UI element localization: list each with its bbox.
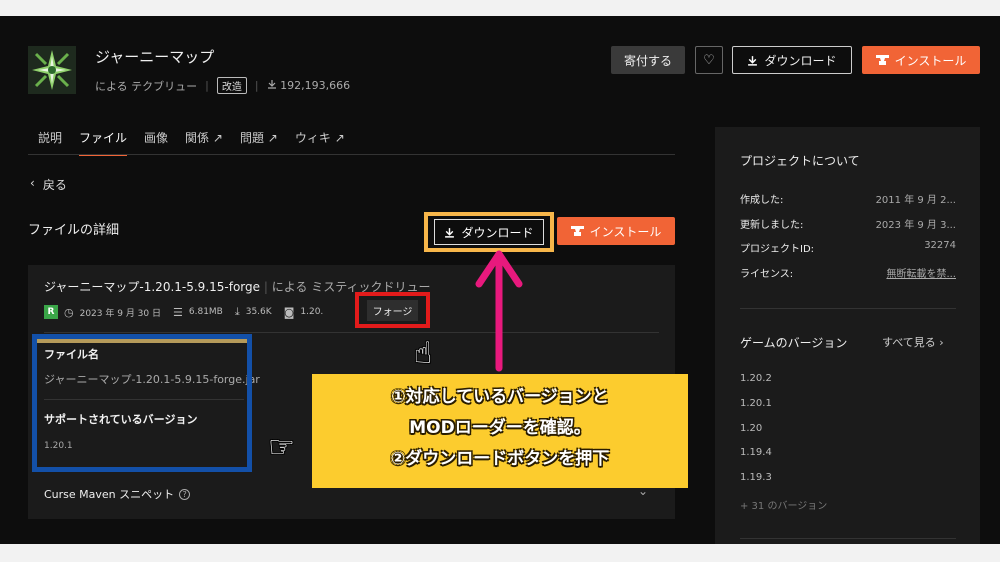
tab-wiki-label: ウィキ [294,131,331,145]
download-button[interactable]: ダウンロード [434,219,544,245]
anvil-icon [875,55,889,65]
file-meta-row: R ◷ 2023 年 9 月 30 日 ☰ 6.81MB ⤓ 35.6K ◙ 1… [44,305,323,319]
file-downloads: 35.6K [245,307,272,317]
download-button-top[interactable]: ダウンロード [732,46,852,74]
tab-relations[interactable]: 関係 ↗ [185,129,223,156]
instruction-line-1: ①対応しているバージョンと [391,387,609,407]
card-divider [44,332,659,333]
version-item[interactable]: 1.20.2 [740,373,772,384]
download-count: 192,193,666 [267,79,350,92]
chevron-right-icon: › [939,336,944,349]
info-value: 2023 年 9 月 3... [875,220,956,231]
info-created: 作成した: 2011 年 9 月 2... [740,191,956,206]
anvil-icon [570,226,584,236]
back-label: 戻る [42,178,67,192]
tab-divider [28,154,675,155]
download-icon [267,80,276,89]
download-count-value: 192,193,666 [280,79,351,92]
project-title: ジャーニーマップ [95,48,215,66]
chevron-left-icon: ‹ [30,176,35,190]
version-item[interactable]: 1.19.3 [740,472,772,483]
file-game-version: 1.20. [300,307,324,317]
see-all-label: すべて見る [882,336,936,349]
external-link-icon: ↗ [267,131,278,145]
back-link[interactable]: ‹ 戻る [30,176,67,193]
clock-icon: ◷ [64,305,74,319]
tab-images[interactable]: 画像 [144,129,168,156]
download-button-highlight: ダウンロード [424,212,554,252]
install-button-top[interactable]: インストール [862,46,980,74]
gamepad-icon: ◙ [283,305,295,319]
download-icon [748,55,758,66]
tab-wiki[interactable]: ウィキ ↗ [295,129,345,156]
game-versions-title: ゲームのバージョン [740,336,848,350]
install-label: インストール [894,53,967,68]
instruction-line-2: MODローダーを確認。 [409,418,591,438]
info-updated: 更新しました: 2023 年 9 月 3... [740,216,956,231]
tab-issues[interactable]: 問題 ↗ [240,129,278,156]
size-icon: ☰ [173,305,183,319]
sidebar-divider [740,308,956,309]
more-versions[interactable]: + 31 のバージョン [740,497,827,512]
about-title: プロジェクトについて [740,154,860,168]
info-key: プロジェクトID: [740,244,815,255]
download-label: ダウンロード [461,225,534,240]
tab-files[interactable]: ファイル [79,129,128,156]
section-title: ファイルの詳細 [28,223,120,238]
license-link[interactable]: 無断転載を禁... [886,265,956,280]
info-key: ライセンス: [740,269,794,280]
author-link[interactable]: テクブリュー [131,80,197,93]
pointing-hand-right-icon: ☞ [268,430,295,465]
snippet-label: Curse Maven スニペット [44,488,175,501]
version-item[interactable]: 1.20 [740,423,762,434]
curse-maven-snippet[interactable]: Curse Maven スニペット ? [44,486,191,502]
install-button[interactable]: インストール [557,217,675,245]
see-all-versions-link[interactable]: すべて見る › [882,334,944,350]
download-label: ダウンロード [764,53,837,68]
install-label: インストール [589,224,662,239]
tab-issues-label: 問題 [239,131,264,145]
version-item[interactable]: 1.19.4 [740,447,772,458]
heart-icon: ♡ [703,52,715,68]
file-info-highlight [32,334,252,472]
project-meta: による テクブリュー | 改造 | 192,193,666 [95,77,351,94]
version-item[interactable]: 1.20.1 [740,398,772,409]
file-name: ジャーニーマップ-1.20.1-5.9.15-forge [44,280,261,294]
info-value: 2011 年 9 月 2... [875,195,956,206]
project-logo-icon [28,46,76,94]
download-icon [445,227,455,238]
category-badge[interactable]: 改造 [216,77,247,94]
sidebar-divider [740,538,956,539]
by-label: による [95,79,128,93]
instruction-line-3: ②ダウンロードボタンを押下 [390,449,610,469]
tab-bar: 説明 ファイル 画像 関係 ↗ 問題 ↗ ウィキ ↗ [38,129,345,156]
instruction-text: ①対応しているバージョンと MODローダーを確認。 ②ダウンロードボタンを押下 [312,382,688,475]
tab-description[interactable]: 説明 [38,129,62,156]
help-icon: ? [179,488,191,500]
download-icon: ⤓ [234,305,240,318]
external-link-icon: ↗ [212,131,223,145]
by-label: による [271,280,308,294]
info-license: ライセンス: 無断転載を禁... [740,265,956,280]
tip-button[interactable]: 寄付する [611,46,685,74]
info-key: 作成した: [740,195,784,206]
file-date: 2023 年 9 月 30 日 [79,308,161,319]
release-badge: R [44,305,58,319]
info-key: 更新しました: [740,220,804,231]
info-value: 32274 [924,240,956,251]
loader-highlight: フォージ [355,292,430,328]
app-window: ジャーニーマップ による テクブリュー | 改造 | 192,193,666 寄… [0,16,1000,544]
pink-arrow-icon [475,250,523,372]
pointing-hand-up-icon: ☝ [414,336,433,371]
info-project-id: プロジェクトID: 32274 [740,240,956,255]
tab-relations-label: 関係 [185,131,210,145]
loader-tag: フォージ [366,299,419,321]
favorite-button[interactable]: ♡ [695,46,723,74]
file-size: 6.81MB [188,307,223,317]
external-link-icon: ↗ [334,131,345,145]
